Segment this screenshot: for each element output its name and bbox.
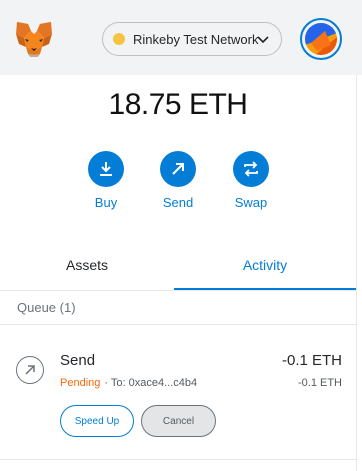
queue-label: Queue (1) — [17, 300, 76, 315]
tab-activity[interactable]: Activity — [174, 240, 356, 290]
transaction-status: Pending — [60, 377, 101, 389]
swap-button[interactable]: Swap — [221, 151, 281, 210]
send-circle — [160, 151, 196, 187]
arrow-up-right-icon — [25, 365, 35, 375]
transaction-subtitle: Pending · To: 0xace4...c4b4 — [60, 377, 197, 389]
transaction-amount-secondary: -0.1 ETH — [297, 377, 342, 389]
cancel-button[interactable]: Cancel — [141, 405, 216, 437]
buy-button[interactable]: Buy — [76, 151, 136, 210]
popup-edge — [356, 75, 357, 471]
list-bottom-divider — [0, 459, 356, 460]
send-label: Send — [162, 195, 194, 210]
swap-arrows-icon — [244, 161, 258, 177]
network-status-dot — [113, 33, 125, 45]
network-selector[interactable]: Rinkeby Test Network — [102, 22, 282, 56]
buy-circle — [88, 151, 124, 187]
tabs-divider — [0, 290, 356, 291]
speed-up-button[interactable]: Speed Up — [60, 405, 134, 437]
network-label: Rinkeby Test Network — [133, 31, 259, 47]
balance-amount: 18.75 ETH — [108, 88, 248, 121]
send-button[interactable]: Send — [148, 151, 208, 210]
account-avatar — [305, 23, 337, 55]
app-header: Rinkeby Test Network — [0, 0, 362, 75]
transaction-title: Send — [60, 352, 96, 369]
home-tabs: Assets Activity — [0, 240, 356, 291]
buy-label: Buy — [94, 195, 118, 210]
transaction-send-icon-wrap — [16, 356, 44, 384]
swap-circle — [233, 151, 269, 187]
tab-assets[interactable]: Assets — [0, 240, 174, 290]
metamask-fox-icon[interactable] — [14, 20, 54, 58]
transaction-recipient: · To: 0xace4...c4b4 — [104, 377, 198, 389]
queue-divider — [0, 324, 356, 325]
transaction-amount: -0.1 ETH — [281, 352, 342, 369]
swap-label: Swap — [234, 195, 268, 210]
arrow-up-right-icon — [172, 163, 184, 175]
chevron-down-icon — [257, 36, 269, 44]
download-icon — [100, 162, 112, 176]
account-menu-button[interactable] — [300, 18, 342, 60]
